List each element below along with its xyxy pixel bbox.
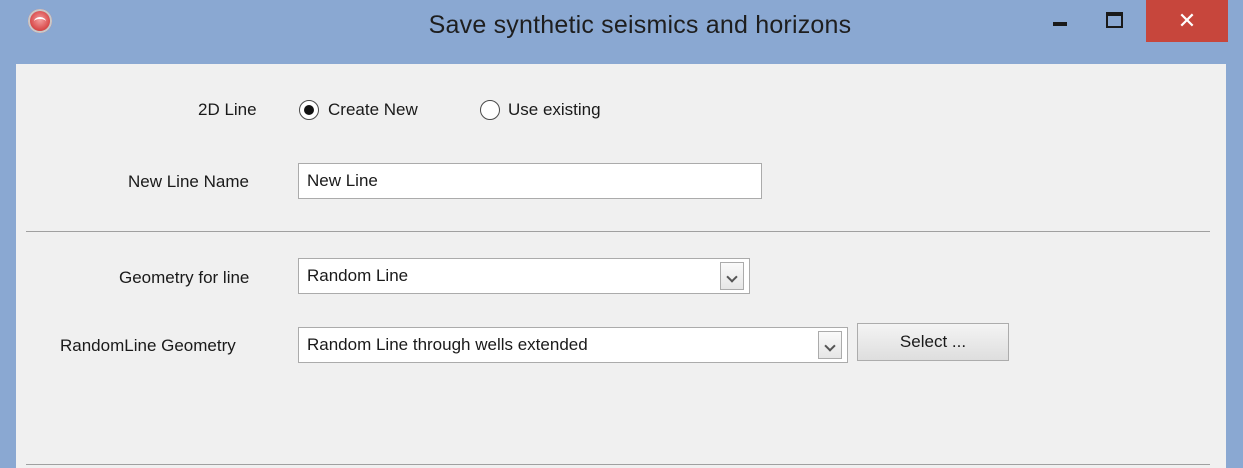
geometry-selected: Random Line xyxy=(307,266,409,285)
use-existing-label[interactable]: Use existing xyxy=(508,100,601,120)
chevron-down-icon[interactable] xyxy=(818,331,842,359)
app-logo-icon[interactable] xyxy=(28,9,52,33)
create-new-label[interactable]: Create New xyxy=(328,100,418,120)
close-button[interactable]: ✕ xyxy=(1146,0,1228,42)
select-button[interactable]: Select ... xyxy=(857,323,1009,361)
chevron-down-icon[interactable] xyxy=(720,262,744,290)
use-existing-radio[interactable] xyxy=(480,100,500,120)
dialog-content: 2D Line Create New Use existing New Line… xyxy=(16,64,1226,468)
bottom-divider xyxy=(26,464,1210,465)
random-line-geometry-label: RandomLine Geometry xyxy=(60,336,236,355)
dialog-window: Save synthetic seismics and horizons ✕ 2… xyxy=(0,0,1243,468)
maximize-button[interactable] xyxy=(1094,0,1134,44)
geometry-dropdown[interactable]: Random Line xyxy=(298,258,750,294)
window-title: Save synthetic seismics and horizons xyxy=(428,11,852,39)
title-bar[interactable]: Save synthetic seismics and horizons ✕ xyxy=(0,0,1243,64)
line-choice-label: 2D Line xyxy=(198,100,257,119)
new-line-name-input[interactable]: New Line xyxy=(298,163,762,199)
minimize-button[interactable] xyxy=(1040,0,1078,44)
new-line-name-label: New Line Name xyxy=(128,172,249,191)
create-new-radio[interactable] xyxy=(299,100,319,120)
random-line-geometry-selected: Random Line through wells extended xyxy=(307,335,588,354)
section-divider xyxy=(26,231,1210,232)
geometry-label: Geometry for line xyxy=(119,268,250,287)
random-line-geometry-dropdown[interactable]: Random Line through wells extended xyxy=(298,327,848,363)
